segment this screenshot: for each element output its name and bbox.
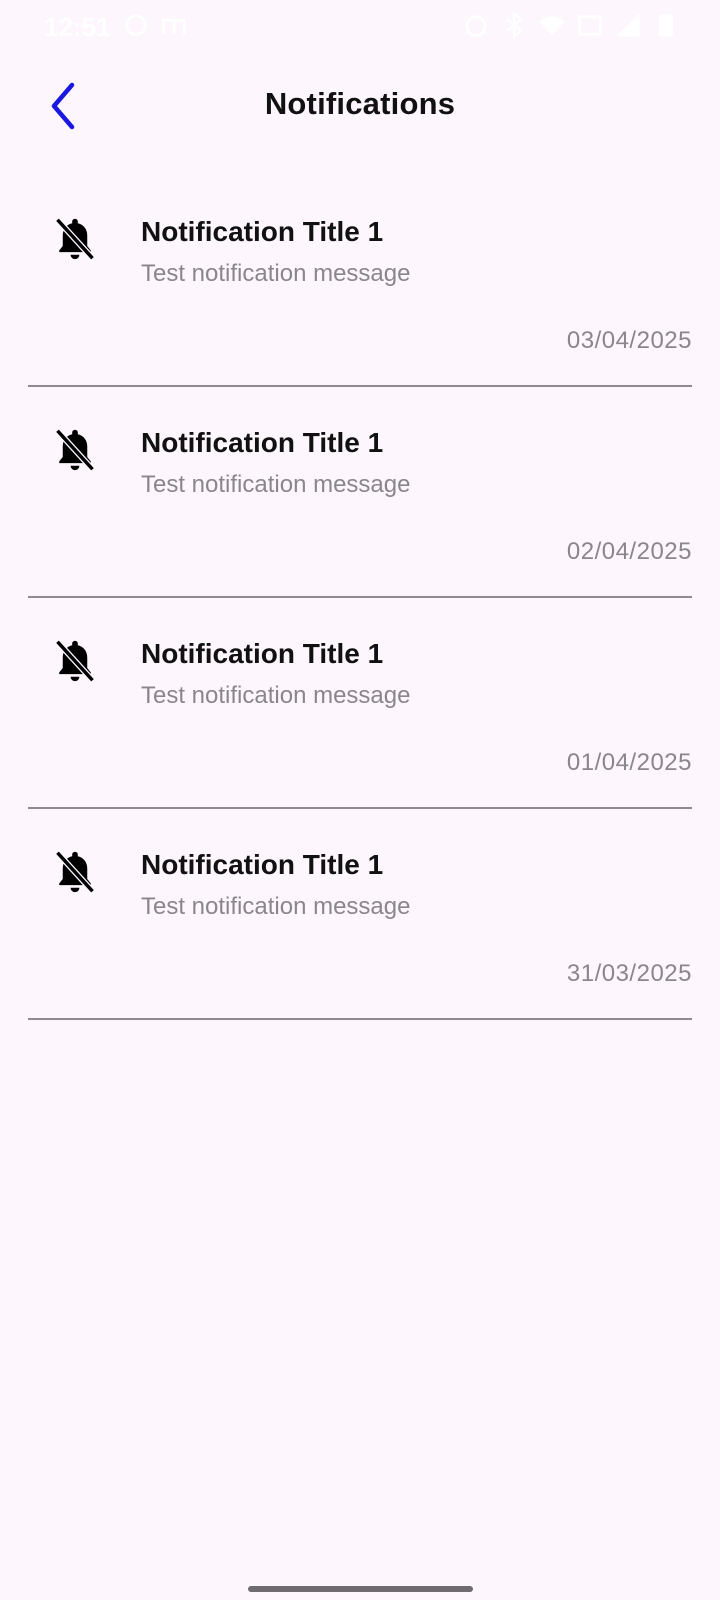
signal-icon (616, 13, 640, 37)
data-icon (578, 15, 602, 36)
notification-message: Test notification message (141, 682, 411, 709)
gesture-nav-bar[interactable] (248, 1586, 473, 1592)
notification-date: 31/03/2025 (566, 960, 692, 987)
notification-title: Notification Title 1 (141, 849, 384, 880)
bell-off-icon (55, 639, 95, 683)
page-title: Notifications (264, 86, 456, 121)
notification-item[interactable]: Notification Title 1 Test notification m… (28, 598, 692, 809)
notification-date: 02/04/2025 (566, 538, 692, 565)
notifications-screen: 12:51 Notifications Notification Title 1… (0, 0, 720, 1600)
notification-date: 03/04/2025 (566, 327, 692, 354)
notification-item[interactable]: Notification Title 1 Test notification m… (28, 176, 692, 387)
alarm-icon (465, 15, 487, 37)
bell-off-icon (55, 217, 95, 261)
battery-icon (659, 14, 673, 37)
bell-off-icon (55, 428, 95, 472)
status-bar: 12:51 (0, 0, 720, 54)
notification-date: 01/04/2025 (566, 749, 692, 776)
notification-title: Notification Title 1 (141, 427, 384, 458)
wifi-icon (539, 16, 565, 36)
app-header: Notifications (0, 62, 720, 154)
status-left-icons (122, 10, 188, 40)
notification-title: Notification Title 1 (141, 638, 384, 669)
bell-off-icon (55, 850, 95, 894)
status-right-icons (462, 10, 680, 40)
notification-title: Notification Title 1 (141, 216, 384, 247)
status-time: 12:51 (44, 12, 111, 42)
sync-icon (125, 14, 147, 36)
notification-item[interactable]: Notification Title 1 Test notification m… (28, 809, 692, 1020)
notification-message: Test notification message (141, 471, 411, 498)
notification-message: Test notification message (141, 260, 411, 287)
m-app-icon (162, 18, 186, 35)
notification-item[interactable]: Notification Title 1 Test notification m… (28, 387, 692, 598)
bluetooth-icon (506, 10, 523, 40)
notification-message: Test notification message (141, 893, 411, 920)
notification-list: Notification Title 1 Test notification m… (28, 176, 692, 1020)
